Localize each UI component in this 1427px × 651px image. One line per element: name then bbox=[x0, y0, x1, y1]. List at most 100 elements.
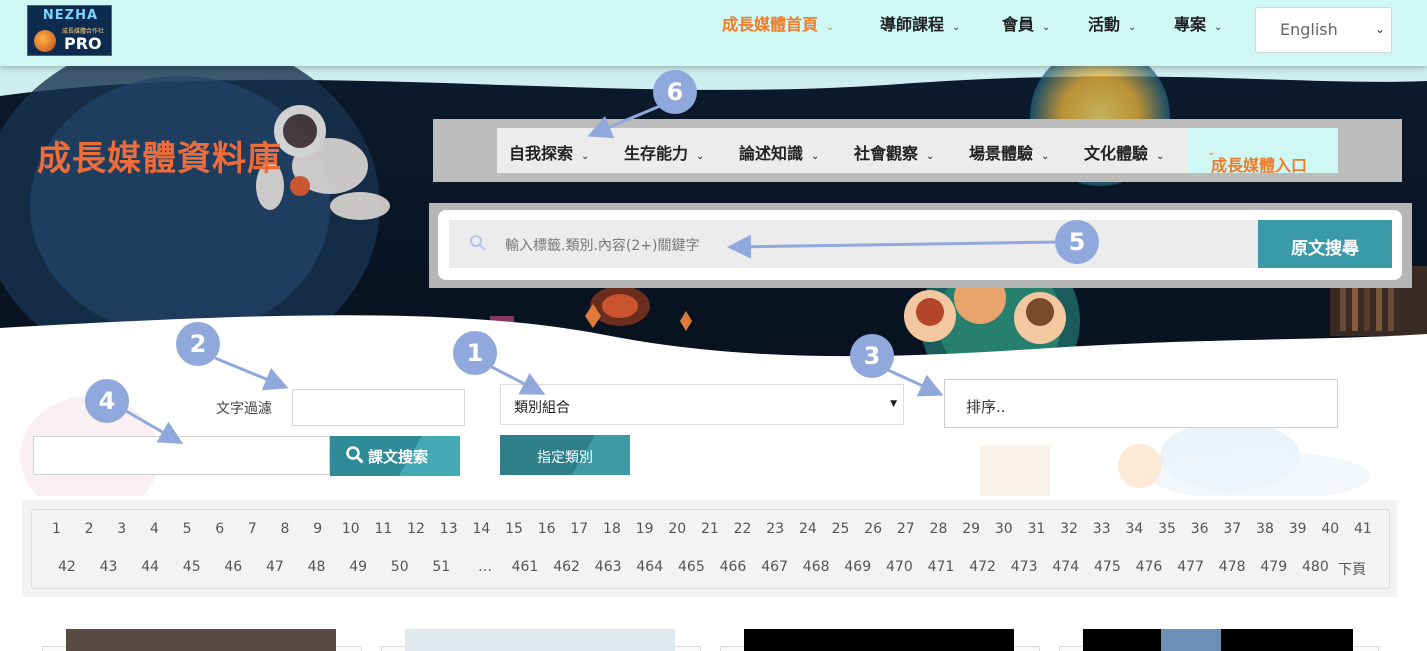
fulltext-search-panel: 輸入標籤.類別.內容(2+)關鍵字 原文搜尋 bbox=[429, 203, 1412, 288]
page-link[interactable]: 476 bbox=[1136, 559, 1163, 575]
page-link[interactable]: 22 bbox=[734, 521, 752, 537]
page-link[interactable]: 40 bbox=[1321, 521, 1339, 537]
page-link[interactable]: 475 bbox=[1094, 559, 1121, 575]
page-link[interactable]: 9 bbox=[313, 521, 322, 537]
page-link[interactable]: 12 bbox=[407, 521, 425, 537]
category-media-entry[interactable]: 成長媒體入口 ⌄ bbox=[1187, 128, 1338, 175]
article-thumbnail[interactable] bbox=[744, 629, 1014, 651]
page-link[interactable]: 15 bbox=[505, 521, 523, 537]
category-combination-select[interactable]: 類別組合 ▼ bbox=[500, 384, 904, 425]
language-select[interactable]: English ⌄ bbox=[1255, 7, 1392, 53]
page-link[interactable]: 23 bbox=[766, 521, 784, 537]
page-link[interactable]: 13 bbox=[440, 521, 458, 537]
page-link[interactable]: 14 bbox=[472, 521, 490, 537]
page-link[interactable]: 37 bbox=[1223, 521, 1241, 537]
category-discourse-knowledge[interactable]: 論述知識 ⌄ bbox=[739, 140, 819, 164]
page-link[interactable]: 31 bbox=[1028, 521, 1046, 537]
annotation-marker-3: 3 bbox=[850, 334, 894, 378]
category-self-exploration[interactable]: 自我探索 ⌄ bbox=[509, 140, 589, 164]
lesson-search-input[interactable] bbox=[33, 436, 330, 475]
page-link[interactable]: 21 bbox=[701, 521, 719, 537]
page-link[interactable]: 26 bbox=[864, 521, 882, 537]
page-link[interactable]: 1 bbox=[52, 521, 61, 537]
nav-item-mentor-courses[interactable]: 導師課程 ⌄ bbox=[880, 11, 960, 35]
nav-item-events[interactable]: 活動 ⌄ bbox=[1088, 11, 1136, 35]
page-link[interactable]: 5 bbox=[183, 521, 192, 537]
page-link[interactable]: 43 bbox=[100, 559, 118, 575]
category-scene-experience[interactable]: 場景體驗 ⌄ bbox=[969, 140, 1049, 164]
page-link[interactable]: 461 bbox=[512, 559, 539, 575]
page-link[interactable]: 30 bbox=[995, 521, 1013, 537]
page-link[interactable]: 46 bbox=[224, 559, 242, 575]
page-link[interactable]: 42 bbox=[58, 559, 76, 575]
page-link[interactable]: 8 bbox=[281, 521, 290, 537]
page-link[interactable]: 3 bbox=[117, 521, 126, 537]
nav-item-home[interactable]: 成長媒體首頁 ⌄ bbox=[722, 11, 834, 35]
page-link[interactable]: 36 bbox=[1191, 521, 1209, 537]
nezha-pro-logo[interactable]: NEZHA 成長媒體合作社 PRO bbox=[27, 5, 112, 56]
page-link[interactable]: 477 bbox=[1177, 559, 1204, 575]
page-link[interactable]: 467 bbox=[761, 559, 788, 575]
page-link[interactable]: 34 bbox=[1125, 521, 1143, 537]
page-link[interactable]: 463 bbox=[595, 559, 622, 575]
assign-category-button[interactable]: 指定類別 bbox=[500, 435, 630, 475]
page-link[interactable]: 16 bbox=[538, 521, 556, 537]
page-link[interactable]: 49 bbox=[349, 559, 367, 575]
page-link[interactable]: 39 bbox=[1289, 521, 1307, 537]
page-link[interactable]: 24 bbox=[799, 521, 817, 537]
page-link[interactable]: 468 bbox=[803, 559, 830, 575]
category-survival-skills[interactable]: 生存能力 ⌄ bbox=[624, 140, 704, 164]
next-page-link[interactable]: 下頁 bbox=[1338, 559, 1366, 579]
page-link[interactable]: 38 bbox=[1256, 521, 1274, 537]
page-link[interactable]: 479 bbox=[1260, 559, 1287, 575]
page-link[interactable]: 44 bbox=[141, 559, 159, 575]
page-link[interactable]: 20 bbox=[668, 521, 686, 537]
page-link[interactable]: 474 bbox=[1052, 559, 1079, 575]
page-link[interactable]: 25 bbox=[832, 521, 850, 537]
page-link[interactable]: 470 bbox=[886, 559, 913, 575]
text-filter-input[interactable] bbox=[292, 389, 465, 426]
page-link[interactable]: 472 bbox=[969, 559, 996, 575]
page-link[interactable]: 41 bbox=[1354, 521, 1372, 537]
page-link[interactable]: 18 bbox=[603, 521, 621, 537]
page-link[interactable]: 35 bbox=[1158, 521, 1176, 537]
page-link[interactable]: 469 bbox=[844, 559, 871, 575]
page-link[interactable]: 466 bbox=[720, 559, 747, 575]
page-link[interactable]: 32 bbox=[1060, 521, 1078, 537]
page-link[interactable]: 17 bbox=[570, 521, 588, 537]
page-link[interactable]: 45 bbox=[183, 559, 201, 575]
page-link[interactable]: 47 bbox=[266, 559, 284, 575]
page-link[interactable]: 50 bbox=[391, 559, 409, 575]
article-thumbnail[interactable] bbox=[1083, 629, 1353, 651]
category-social-observation[interactable]: 社會觀察 ⌄ bbox=[854, 140, 934, 164]
fulltext-search-button[interactable]: 原文搜尋 bbox=[1258, 220, 1392, 268]
page-link[interactable]: 4 bbox=[150, 521, 159, 537]
nav-item-members[interactable]: 會員 ⌄ bbox=[1002, 11, 1050, 35]
page-link[interactable]: 33 bbox=[1093, 521, 1111, 537]
page-link[interactable]: 7 bbox=[248, 521, 257, 537]
nav-item-projects[interactable]: 專案 ⌄ bbox=[1174, 11, 1222, 35]
page-link[interactable]: 465 bbox=[678, 559, 705, 575]
page-link[interactable]: 2 bbox=[85, 521, 94, 537]
page-link[interactable]: 19 bbox=[636, 521, 654, 537]
sort-select[interactable]: 排序.. bbox=[944, 379, 1338, 428]
category-culture-experience[interactable]: 文化體驗 ⌄ bbox=[1084, 140, 1164, 164]
page-link[interactable]: 29 bbox=[962, 521, 980, 537]
page-link[interactable]: 11 bbox=[375, 521, 393, 537]
page-link[interactable]: 478 bbox=[1219, 559, 1246, 575]
page-link[interactable]: 27 bbox=[897, 521, 915, 537]
lesson-search-button[interactable]: 課文搜索 bbox=[330, 436, 460, 476]
page-link[interactable]: 462 bbox=[553, 559, 580, 575]
page-link[interactable]: 48 bbox=[308, 559, 326, 575]
page-link[interactable]: 473 bbox=[1011, 559, 1038, 575]
fulltext-search-input[interactable]: 輸入標籤.類別.內容(2+)關鍵字 bbox=[449, 220, 1258, 268]
page-link[interactable]: 10 bbox=[342, 521, 360, 537]
page-link[interactable]: 471 bbox=[928, 559, 955, 575]
article-thumbnail[interactable] bbox=[66, 629, 336, 651]
page-link[interactable]: 480 bbox=[1302, 559, 1329, 575]
page-link[interactable]: 464 bbox=[636, 559, 663, 575]
page-link[interactable]: 6 bbox=[215, 521, 224, 537]
article-thumbnail[interactable] bbox=[405, 629, 675, 651]
page-link[interactable]: 28 bbox=[930, 521, 948, 537]
page-link[interactable]: 51 bbox=[432, 559, 450, 575]
